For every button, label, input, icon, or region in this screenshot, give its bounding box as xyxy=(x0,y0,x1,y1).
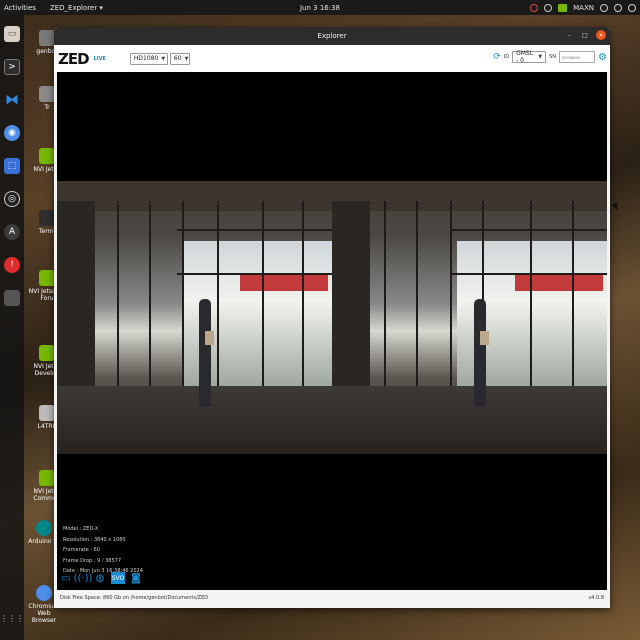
left-camera-image xyxy=(57,181,332,454)
refresh-icon[interactable]: ⟳ xyxy=(493,52,501,62)
obs-icon: ◎ xyxy=(4,191,20,207)
stereo-camera-feed xyxy=(57,181,607,454)
help-icon: ! xyxy=(4,257,20,273)
close-button[interactable]: × xyxy=(596,30,606,40)
chromium-icon xyxy=(36,585,52,601)
resolution-select[interactable]: HD1080 ▼ xyxy=(129,52,168,65)
camera-snapshot-icon[interactable]: ◙ xyxy=(130,572,142,584)
trash-icon xyxy=(39,86,55,102)
dock-item-obs[interactable]: ◎ xyxy=(3,187,21,211)
bottom-toolbar: ▭ ((·)) ◍ SVO ◙ xyxy=(60,572,142,584)
explorer-window: Explorer – □ × ZED LIVE HD1080 ▼ 60 ▼ ⟳ ID… xyxy=(54,27,610,608)
camera-id-select[interactable]: GMSL - 0 ▼ xyxy=(512,50,547,64)
serial-number-input[interactable] xyxy=(559,51,596,63)
app-icon xyxy=(4,290,20,306)
grid-icon: ⋮⋮⋮ xyxy=(0,613,24,623)
depth-icon[interactable]: ◍ xyxy=(94,572,106,584)
vscode-icon: ⧓ xyxy=(5,92,19,108)
dock-item-terminal[interactable]: > xyxy=(3,55,21,79)
volume-icon[interactable] xyxy=(614,3,622,12)
dock-item-active-app[interactable] xyxy=(3,286,21,310)
dock-item-help[interactable]: ! xyxy=(3,253,21,277)
dock-item-arduino[interactable]: A xyxy=(3,220,21,244)
home-folder-icon xyxy=(39,30,55,46)
version-label: v4.0.8 xyxy=(588,595,604,601)
toolbar: ZED LIVE HD1080▼ 60▼ ⟳ ID GMSL - 0▼ SN ⚙ xyxy=(54,45,610,72)
system-tray[interactable]: MAXN xyxy=(530,3,636,12)
arduino-icon: A xyxy=(4,224,20,240)
terminal-icon: > xyxy=(4,59,20,75)
camera-info-overlay: Model : ZED-X Resolution : 3840 x 1080 F… xyxy=(63,524,143,577)
window-title: Explorer xyxy=(317,32,347,40)
app-menu[interactable]: ZED_Explorer ▾ xyxy=(50,4,103,12)
nvidia-icon xyxy=(39,470,55,486)
show-applications-button[interactable]: ⋮⋮⋮ xyxy=(0,606,24,630)
nvidia-icon[interactable] xyxy=(558,3,568,12)
id-label: ID xyxy=(503,54,510,60)
info-frame-drop: Frame Drop : 9 / 38577 xyxy=(63,557,122,564)
info-model: Model : ZED-X xyxy=(63,526,99,532)
nvidia-icon xyxy=(39,345,55,361)
sn-label: SN xyxy=(549,54,557,60)
files-icon: ▭ xyxy=(4,26,20,42)
activities-button[interactable]: Activities xyxy=(4,4,36,12)
chevron-down-icon: ▼ xyxy=(161,55,166,62)
info-framerate: Framerate : 60 xyxy=(63,547,100,553)
settings-icon[interactable]: ⚙ xyxy=(598,52,607,63)
video-viewport[interactable]: Model : ZED-X Resolution : 3840 x 1080 F… xyxy=(57,72,607,590)
clock[interactable]: Jun 3 16:38 xyxy=(300,4,340,12)
record-icon[interactable] xyxy=(544,3,553,12)
network-icon[interactable] xyxy=(600,3,608,12)
dock-item-vscode[interactable]: ⧓ xyxy=(3,88,21,112)
mouse-cursor xyxy=(611,202,621,212)
minimize-button[interactable]: – xyxy=(564,30,574,40)
right-camera-image xyxy=(332,181,607,454)
record-svo-icon[interactable]: SVO xyxy=(111,572,125,584)
arduino-icon xyxy=(36,520,52,536)
maximize-button[interactable]: □ xyxy=(580,30,590,40)
system-top-bar: Activities ZED_Explorer ▾ Jun 3 16:38 MA… xyxy=(0,0,640,15)
chevron-down-icon: ▼ xyxy=(184,55,189,62)
zed-logo: ZED xyxy=(58,49,90,68)
dock-item-chromium[interactable]: ◉ xyxy=(3,121,21,145)
stream-icon[interactable]: ((·)) xyxy=(74,572,93,584)
nvidia-icon xyxy=(39,270,55,286)
dock: ▭ > ⧓ ◉ ⬚ ◎ A ! ⋮⋮⋮ xyxy=(0,15,24,640)
fps-select[interactable]: 60 ▼ xyxy=(169,52,190,65)
chevron-down-icon: ▼ xyxy=(538,54,543,60)
status-icon[interactable] xyxy=(530,3,539,12)
screenshot-icon: ⬚ xyxy=(4,158,20,174)
live-badge: LIVE xyxy=(93,55,106,62)
disk-status: Disk Free Space: 860 Gb on /home/genbot/… xyxy=(60,595,209,601)
folder-icon[interactable]: ▭ xyxy=(60,572,72,584)
terminal-icon xyxy=(39,210,55,226)
dock-item-files[interactable]: ▭ xyxy=(3,22,21,46)
window-titlebar[interactable]: Explorer – □ × xyxy=(54,27,610,45)
nvidia-icon xyxy=(39,148,55,164)
file-icon xyxy=(39,405,55,421)
info-resolution: Resolution : 3840 x 1080 xyxy=(63,536,126,543)
dock-item-screenshot[interactable]: ⬚ xyxy=(3,154,21,178)
power-mode-label[interactable]: MAXN xyxy=(573,4,594,12)
power-icon[interactable] xyxy=(628,3,636,12)
chromium-icon: ◉ xyxy=(4,125,20,141)
